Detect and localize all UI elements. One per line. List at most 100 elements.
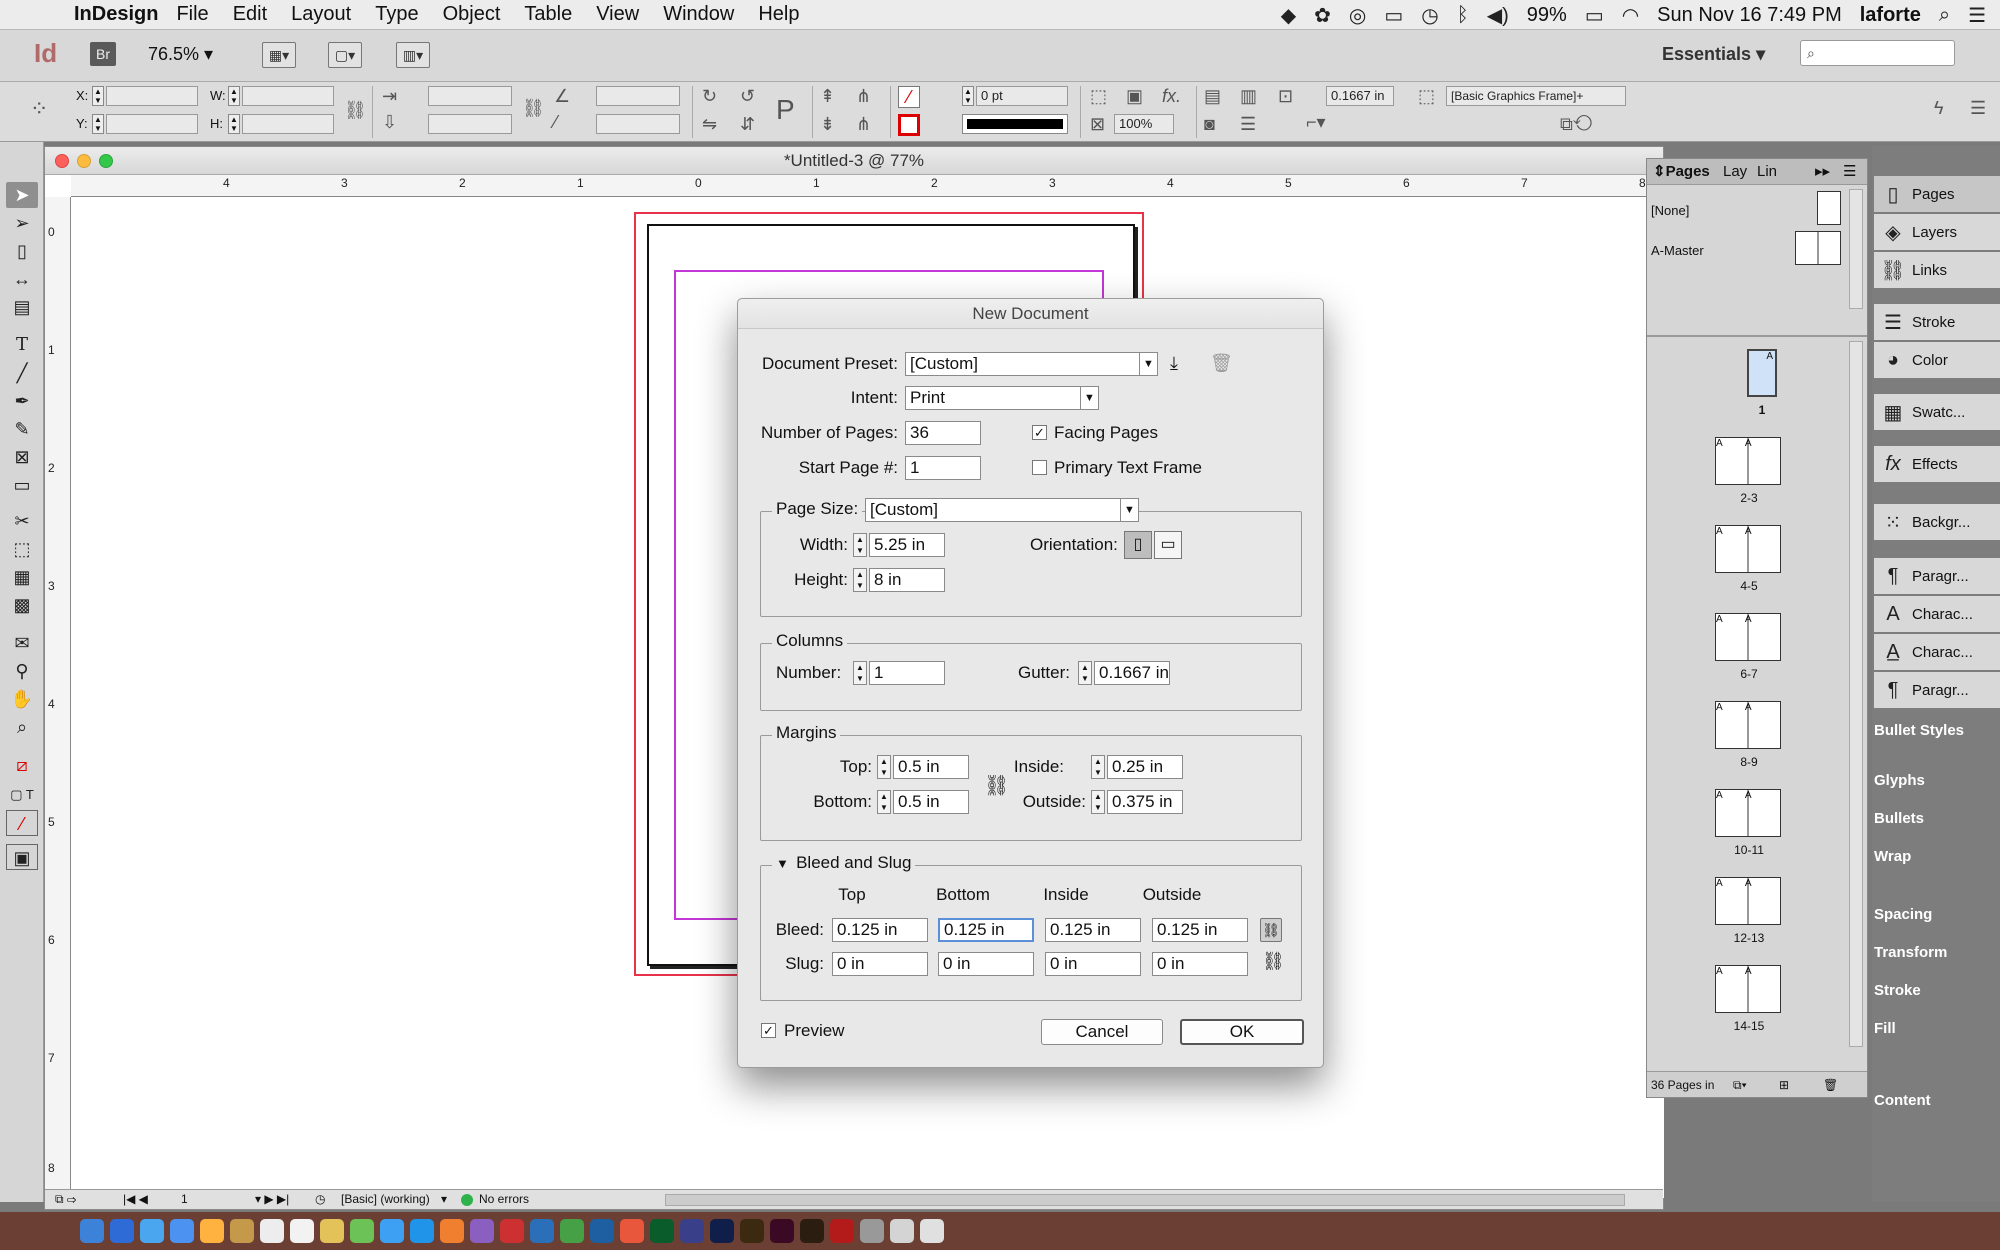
trash-icon[interactable]	[920, 1219, 944, 1243]
width-stepper[interactable]: ▲ ▼	[853, 533, 867, 557]
bleed-top-field[interactable]: 0.125 in	[832, 918, 928, 942]
menu-window[interactable]: Window	[663, 3, 734, 26]
formatting-affects-icon[interactable]: ▢ T	[6, 782, 38, 808]
music-icon[interactable]	[440, 1219, 464, 1243]
new-page-icon[interactable]: ⊞	[1779, 1072, 1789, 1098]
select-container-icon[interactable]: ⇞	[820, 86, 835, 107]
delete-preset-icon[interactable]: 🗑	[1210, 353, 1233, 374]
select-previous-icon[interactable]: ⋔	[856, 86, 871, 107]
rectangle-tool-icon[interactable]: ▭	[6, 472, 38, 498]
zoom-tool-icon[interactable]: ⌕	[6, 714, 38, 740]
premiere-icon[interactable]	[680, 1219, 704, 1243]
battery-icon[interactable]: ▭	[1585, 3, 1604, 28]
y-field[interactable]	[106, 114, 198, 134]
spotlight-icon[interactable]: ⌕	[1939, 4, 1950, 27]
panel-button-color[interactable]: ◕ Color	[1874, 342, 2000, 378]
audition-icon[interactable]	[650, 1219, 674, 1243]
bluetooth-icon[interactable]: ᛒ	[1457, 4, 1469, 27]
skype-icon[interactable]	[410, 1219, 434, 1243]
menu-view[interactable]: View	[596, 3, 639, 26]
portrait-orientation-icon[interactable]: ▯	[1124, 531, 1152, 559]
stroke-swatch-icon[interactable]	[898, 114, 920, 136]
margin-bottom-field[interactable]: 0.5 in	[893, 790, 969, 814]
screen-mode-button[interactable]: ▢▾	[328, 42, 362, 68]
horizontal-scrollbar[interactable]	[665, 1194, 1625, 1206]
gradient-feather-tool-icon[interactable]: ▩	[6, 592, 38, 618]
tab-layers[interactable]: Lay	[1723, 159, 1747, 185]
illustrator-icon[interactable]	[740, 1219, 764, 1243]
link-slug-icon[interactable]: ⛓	[1262, 951, 1285, 972]
drop-shadow-icon[interactable]: ▣	[1126, 86, 1143, 107]
photoshop-icon[interactable]	[710, 1219, 734, 1243]
edit-page-size-icon[interactable]: ⧉▾	[1733, 1072, 1747, 1098]
reminders-icon[interactable]	[290, 1219, 314, 1243]
h-stepper[interactable]: ▲ ▼	[228, 114, 240, 134]
profile-dropdown-icon[interactable]: ▾	[441, 1192, 447, 1206]
scale-y-field[interactable]	[428, 114, 512, 134]
workspace-switcher[interactable]: Essentials ▾	[1662, 44, 1765, 65]
spread-thumbnail[interactable]: A A	[1715, 613, 1781, 661]
finder-icon[interactable]	[80, 1219, 104, 1243]
pen-tool-icon[interactable]: ✒	[6, 388, 38, 414]
select-content-icon[interactable]: ⇟	[820, 114, 835, 135]
safari-icon[interactable]	[170, 1219, 194, 1243]
fill-stroke-icon[interactable]: ⧄	[6, 752, 38, 778]
margin-outside-stepper[interactable]: ▲ ▼	[1091, 790, 1105, 814]
text-wrap-none-icon[interactable]: ▤	[1204, 86, 1221, 107]
fx-icon[interactable]: fx.	[1162, 86, 1181, 107]
reference-point-icon[interactable]: ⁘	[30, 96, 48, 122]
master-none[interactable]: [None]	[1651, 203, 1689, 218]
rotate-field[interactable]	[596, 86, 680, 106]
opacity-field[interactable]: 100%	[1114, 114, 1174, 134]
clear-overrides-icon[interactable]: ⧉⟲	[1560, 114, 1592, 135]
minimize-window-icon[interactable]	[77, 154, 91, 168]
selection-tool-icon[interactable]: ➤	[6, 182, 38, 208]
height-field[interactable]: 8 in	[869, 568, 945, 592]
panel-button-swatches[interactable]: ▦ Swatc...	[1874, 394, 2000, 430]
panel-button-character[interactable]: A Charac...	[1874, 596, 2000, 632]
number-of-pages-field[interactable]: 36	[905, 421, 981, 445]
master-a-thumb[interactable]	[1795, 231, 1841, 265]
text-wrap-jump-icon[interactable]: ☰	[1240, 114, 1256, 135]
launchpad-icon[interactable]	[110, 1219, 134, 1243]
rotate-cw-icon[interactable]: ↻	[702, 86, 717, 107]
stroke-type-select[interactable]	[962, 114, 1068, 134]
panel-bullets[interactable]: Bullets	[1872, 804, 2000, 834]
menu-table[interactable]: Table	[524, 3, 572, 26]
preview-checkbox[interactable]: ✓	[761, 1023, 776, 1038]
margin-bottom-stepper[interactable]: ▲ ▼	[877, 790, 891, 814]
airplay-icon[interactable]: ▭	[1384, 3, 1403, 28]
margin-inside-stepper[interactable]: ▲ ▼	[1091, 755, 1105, 779]
panel-button-links[interactable]: ⛓ Links	[1874, 252, 2000, 288]
line-tool-icon[interactable]: ╱	[6, 360, 38, 386]
panel-bullet-styles[interactable]: Bullet Styles	[1872, 716, 2000, 746]
panel-content[interactable]: Content	[1872, 1086, 2000, 1116]
content-collector-icon[interactable]: ▤	[6, 294, 38, 320]
acrobat-icon[interactable]	[830, 1219, 854, 1243]
panel-button-layers[interactable]: ◈ Layers	[1874, 214, 2000, 250]
slug-top-field[interactable]: 0 in	[832, 952, 928, 976]
evernote-icon[interactable]	[560, 1219, 584, 1243]
rotate-ccw-icon[interactable]: ↺	[740, 86, 755, 107]
panel-button-paragraph[interactable]: ¶ Paragr...	[1874, 672, 2000, 708]
panel-button-character-styles[interactable]: A̲ Charac...	[1874, 634, 2000, 670]
panel-stroke[interactable]: Stroke	[1872, 976, 2000, 1006]
panel-button-stroke[interactable]: ☰ Stroke	[1874, 304, 2000, 340]
ok-button[interactable]: OK	[1180, 1019, 1304, 1045]
frame-fitting-icon[interactable]: ⬚	[1090, 86, 1107, 107]
gutter-stepper[interactable]: ▲ ▼	[1078, 661, 1092, 685]
note-tool-icon[interactable]: ✉	[6, 630, 38, 656]
stroke-weight-stepper[interactable]: ▲ ▼	[962, 86, 974, 106]
panel-button-pages[interactable]: ▯ Pages	[1874, 176, 2000, 212]
document-preset-select[interactable]: [Custom] ▼	[905, 352, 1158, 376]
x-field[interactable]	[106, 86, 198, 106]
panel-button-paragraph-styles[interactable]: ¶ Paragr...	[1874, 558, 2000, 594]
help-search-input[interactable]: ⌕	[1800, 40, 1955, 66]
slug-bottom-field[interactable]: 0 in	[938, 952, 1034, 976]
zoom-window-icon[interactable]	[99, 154, 113, 168]
panel-button-effects[interactable]: fx Effects	[1874, 446, 2000, 482]
bridge-button[interactable]: Br	[90, 42, 116, 66]
slug-inside-field[interactable]: 0 in	[1045, 952, 1141, 976]
spread-thumbnail[interactable]: A A	[1715, 789, 1781, 837]
menu-file[interactable]: File	[176, 3, 208, 26]
